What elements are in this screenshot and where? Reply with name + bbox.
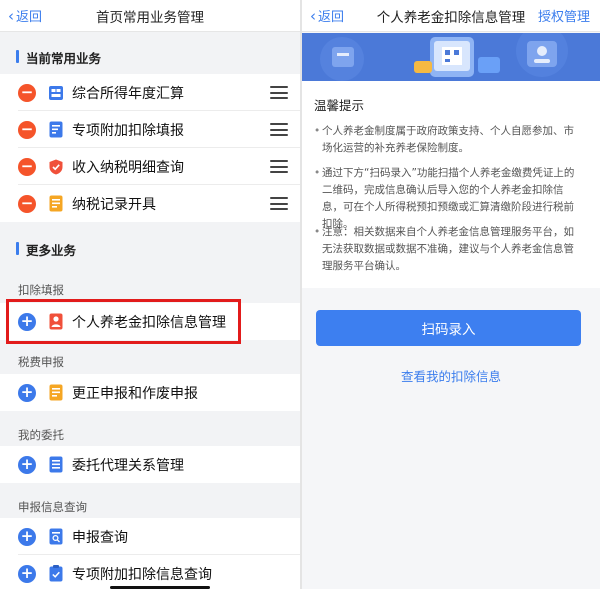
remove-circle-icon[interactable]: − <box>18 120 36 139</box>
add-circle-icon[interactable]: + <box>18 527 36 546</box>
row-label: 委托代理关系管理 <box>72 457 184 474</box>
list-document-icon <box>48 456 64 474</box>
row-label: 专项附加扣除信息查询 <box>72 566 212 583</box>
edit-document-icon <box>48 121 64 139</box>
section-marker <box>16 50 19 63</box>
pension-banner-image <box>302 33 600 81</box>
group-label: 我的委托 <box>18 428 64 442</box>
row-label: 个人养老金扣除信息管理 <box>72 314 226 331</box>
home-business-management-screen: ‹ 返回 首页常用业务管理 当前常用业务 − 综合所得年度汇算 − 专项附加扣除… <box>0 0 300 589</box>
drag-handle-icon[interactable] <box>270 123 288 136</box>
more-item-agency-relation[interactable]: + 委托代理关系管理 <box>0 446 300 483</box>
current-item-income-tax-query[interactable]: − 收入纳税明细查询 <box>0 148 300 185</box>
row-label: 专项附加扣除填报 <box>72 122 184 139</box>
tips-panel: 温馨提示 个人养老金制度属于政府政策支持、个人自愿参加、市场化运营的补充养老保险… <box>302 81 600 288</box>
page-title: 首页常用业务管理 <box>96 10 204 26</box>
current-item-annual-settlement[interactable]: − 综合所得年度汇算 <box>0 74 300 111</box>
section-title: 当前常用业务 <box>26 51 102 66</box>
section-title: 更多业务 <box>26 243 77 258</box>
more-item-pension-deduction[interactable]: + 个人养老金扣除信息管理 <box>0 303 300 340</box>
more-item-declaration-query[interactable]: + 申报查询 <box>0 518 300 555</box>
left-nav-bar: ‹ 返回 首页常用业务管理 <box>0 0 300 32</box>
group-header-declaration-query: 申报信息查询 <box>0 495 300 517</box>
pension-deduction-screen: ‹ 返回 个人养老金扣除信息管理 授权管理 温馨提示 个人养老金制度属于政府政策… <box>302 0 600 589</box>
tip-bullet: 个人养老金制度属于政府政策支持、个人自愿参加、市场化运营的补充养老保险制度。 <box>314 123 584 157</box>
more-item-special-deduction-query[interactable]: + 专项附加扣除信息查询 <box>0 555 300 589</box>
row-label: 申报查询 <box>72 529 128 546</box>
row-label: 纳税记录开具 <box>72 196 156 213</box>
view-my-deduction-link[interactable]: 查看我的扣除信息 <box>302 366 600 385</box>
right-nav-bar: ‹ 返回 个人养老金扣除信息管理 授权管理 <box>302 0 600 32</box>
receipt-icon <box>48 195 64 213</box>
drag-handle-icon[interactable] <box>270 86 288 99</box>
drag-handle-icon[interactable] <box>270 197 288 210</box>
authorization-management-link[interactable]: 授权管理 <box>538 6 590 25</box>
section-marker <box>16 242 19 255</box>
group-header-tax-declaration: 税费申报 <box>0 350 300 372</box>
scan-entry-button[interactable]: 扫码录入 <box>316 310 581 346</box>
group-label: 税费申报 <box>18 355 64 369</box>
group-label: 申报信息查询 <box>18 500 87 514</box>
group-header-my-delegation: 我的委托 <box>0 423 300 445</box>
section-current-header: 当前常用业务 <box>0 40 300 72</box>
add-circle-icon[interactable]: + <box>18 383 36 402</box>
add-circle-icon[interactable]: + <box>18 455 36 474</box>
clipboard-check-icon <box>48 565 64 583</box>
tip-bullet: 注意：相关数据来自个人养老金信息管理服务平台，如无法获取数据或数据不准确，建议与… <box>314 224 584 275</box>
section-more-header: 更多业务 <box>0 232 300 264</box>
drag-handle-icon[interactable] <box>270 160 288 173</box>
row-label: 更正申报和作废申报 <box>72 385 198 402</box>
group-header-deduction: 扣除填报 <box>0 278 300 300</box>
current-item-special-deduction[interactable]: − 专项附加扣除填报 <box>0 111 300 148</box>
current-item-tax-record[interactable]: − 纳税记录开具 <box>0 185 300 222</box>
row-label: 收入纳税明细查询 <box>72 159 184 176</box>
pension-user-icon <box>48 313 64 331</box>
search-document-icon <box>48 528 64 546</box>
group-label: 扣除填报 <box>18 283 64 297</box>
remove-circle-icon[interactable]: − <box>18 157 36 176</box>
tips-title: 温馨提示 <box>314 98 365 113</box>
shield-icon <box>48 158 64 176</box>
add-circle-icon[interactable]: + <box>18 564 36 583</box>
row-label: 综合所得年度汇算 <box>72 85 184 102</box>
grid-chart-icon <box>48 84 64 102</box>
more-item-correction-declaration[interactable]: + 更正申报和作废申报 <box>0 374 300 411</box>
remove-circle-icon[interactable]: − <box>18 83 36 102</box>
document-icon <box>48 384 64 402</box>
add-circle-icon[interactable]: + <box>18 312 36 331</box>
tip-bullet: 通过下方“扫码录入”功能扫描个人养老金缴费凭证上的二维码，完成信息确认后导入您的… <box>314 165 584 233</box>
remove-circle-icon[interactable]: − <box>18 194 36 213</box>
